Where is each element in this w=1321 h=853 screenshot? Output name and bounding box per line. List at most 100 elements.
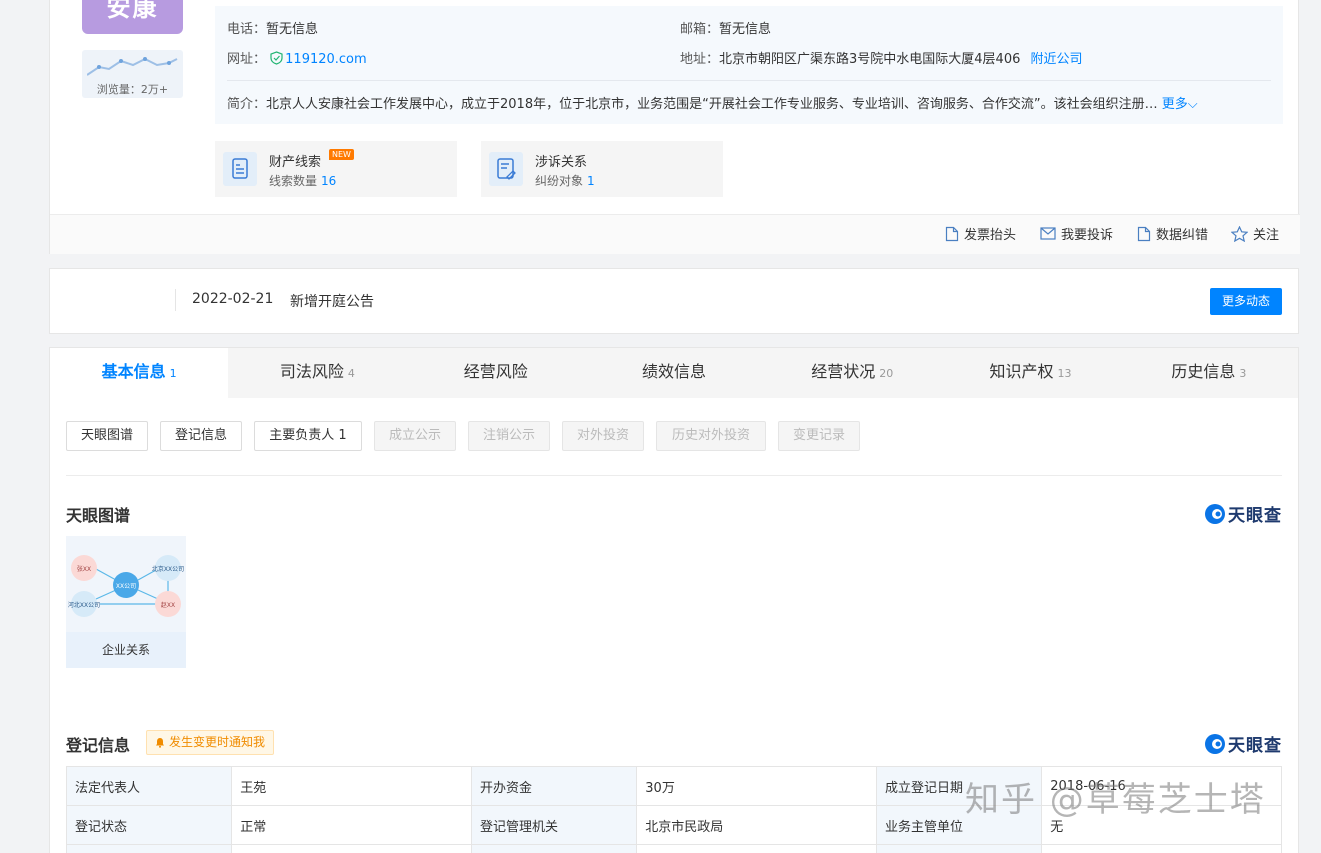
- contact-info-panel: 电话：暂无信息 邮箱：暂无信息 网址： 119120.com 地址：北京市朝阳区…: [215, 6, 1283, 124]
- phone-value: 暂无信息: [266, 22, 319, 37]
- clue-sub-label: 纠纷对象: [535, 174, 584, 188]
- table-value-cell: 王苑: [231, 766, 472, 806]
- verified-shield-icon: [270, 51, 283, 65]
- clue-title: 涉诉关系: [535, 155, 588, 170]
- news-date: 2022-02-21: [192, 291, 274, 307]
- relationship-graph-card[interactable]: 张XX XX公司 北京XX公司 河北XX公司 赵XX 企业关系: [66, 536, 186, 668]
- tab-judicial-risk[interactable]: 司法风险 4: [228, 348, 406, 398]
- edit-document-icon: [1137, 226, 1151, 241]
- registration-section-title: 登记信息: [66, 736, 131, 755]
- tab-operating-status[interactable]: 经营状况 20: [763, 348, 941, 398]
- divider: [227, 80, 1271, 81]
- views-trend: 浏览量：2万+: [82, 50, 183, 98]
- address-value: 北京市朝阳区广渠东路3号院中水电国际大厦4层406: [719, 52, 1021, 67]
- table-label-cell: 登记状态: [65, 805, 233, 845]
- news-text[interactable]: 新增开庭公告: [290, 291, 374, 311]
- clue-count: 1: [587, 174, 595, 188]
- graph-card-label: 企业关系: [66, 632, 186, 668]
- tab-label: 历史信息: [1171, 362, 1236, 381]
- complain-label: 我要投诉: [1061, 228, 1114, 243]
- chip-tianyan-graph[interactable]: 天眼图谱: [66, 421, 148, 451]
- table-label-cell: [875, 844, 1043, 853]
- tab-count: 3: [1239, 367, 1247, 380]
- email-row: 邮箱：暂无信息: [680, 18, 771, 37]
- chevron-down-icon: ⌵: [1187, 97, 1198, 112]
- bell-icon: [156, 738, 164, 748]
- news-strip: 2022-02-21 新增开庭公告 更多动态: [49, 268, 1299, 334]
- company-logo: 安康: [82, 0, 183, 34]
- phone-row: 电话：暂无信息: [227, 18, 318, 37]
- table-row: [65, 844, 1282, 853]
- tab-label: 知识产权: [989, 362, 1054, 381]
- tianyancha-eye-icon: [1205, 733, 1225, 754]
- views-count: 浏览量：2万+: [96, 83, 169, 96]
- correct-data-button[interactable]: 数据纠错: [1137, 224, 1208, 243]
- address-label: 地址：: [680, 52, 720, 67]
- chip-principal[interactable]: 主要负责人 1: [254, 421, 362, 451]
- chip-registration[interactable]: 登记信息: [160, 421, 242, 451]
- divider: [66, 475, 1282, 476]
- property-document-icon: [223, 152, 257, 186]
- follow-button[interactable]: 关注: [1231, 224, 1279, 243]
- chip-establish-notice: 成立公示: [374, 421, 456, 451]
- website-link[interactable]: 119120.com: [285, 52, 367, 67]
- tab-count: 1: [169, 367, 177, 380]
- tab-performance[interactable]: 绩效信息: [585, 348, 763, 398]
- clue-subtitle: 纠纷对象 1: [535, 172, 595, 189]
- litigation-card[interactable]: 涉诉关系 纠纷对象 1: [481, 141, 723, 197]
- views-sparkline-icon: [87, 57, 178, 76]
- correct-data-label: 数据纠错: [1156, 228, 1209, 243]
- property-clue-card[interactable]: 财产线索 NEW 线索数量 16: [215, 141, 457, 197]
- tianyancha-logo: 天眼查: [1204, 731, 1282, 756]
- intro-value: 北京人人安康社会工作发展中心，成立于2018年，位于北京市，业务范围是“开展社会…: [266, 97, 1158, 112]
- litigation-document-icon: [489, 152, 523, 186]
- table-value-cell: 30万: [636, 766, 877, 806]
- table-label-cell: 业务主管单位: [875, 805, 1043, 845]
- tab-label: 基本信息: [101, 362, 166, 381]
- email-label: 邮箱：: [680, 22, 720, 37]
- table-label-cell: 开办资金: [470, 766, 638, 806]
- brand-name: 天眼查: [1228, 736, 1282, 756]
- invoice-button[interactable]: 发票抬头: [945, 224, 1016, 243]
- nearby-companies-link[interactable]: 附近公司: [1031, 52, 1083, 67]
- more-news-button[interactable]: 更多动态: [1210, 288, 1282, 315]
- table-row: 登记状态 正常 登记管理机关 北京市民政局 业务主管单位 无: [65, 805, 1282, 845]
- chip-cancel-notice: 注销公示: [468, 421, 550, 451]
- chip-history-investment: 历史对外投资: [656, 421, 766, 451]
- tab-basic-info[interactable]: 基本信息 1: [50, 348, 229, 398]
- registration-table: 法定代表人 王苑 开办资金 30万 成立登记日期 2018-06-16 登记状态…: [65, 766, 1282, 853]
- graph-node-b: 北京XX公司: [152, 565, 184, 573]
- document-icon: [945, 226, 959, 241]
- table-value-cell: 2018-06-16: [1041, 766, 1282, 806]
- table-row: 法定代表人 王苑 开办资金 30万 成立登记日期 2018-06-16: [65, 766, 1282, 806]
- complain-button[interactable]: 我要投诉: [1040, 224, 1113, 243]
- clue-sub-label: 线索数量: [269, 174, 318, 188]
- status-value-cell: 正常: [231, 805, 472, 845]
- tab-history[interactable]: 历史信息 3: [1120, 348, 1298, 398]
- table-label-cell: 法定代表人: [65, 766, 233, 806]
- table-label-cell: 登记管理机关: [470, 805, 638, 845]
- table-value-cell: [636, 844, 877, 853]
- tab-ip[interactable]: 知识产权 13: [941, 348, 1119, 398]
- intro-label: 简介：: [227, 97, 267, 112]
- table-label-cell: 成立登记日期: [875, 766, 1043, 806]
- table-value-cell: 无: [1041, 805, 1282, 845]
- new-badge: NEW: [329, 149, 354, 160]
- notify-label: 发生变更时通知我: [169, 735, 266, 749]
- table-value-cell: [1041, 844, 1282, 853]
- notify-change-button[interactable]: 发生变更时通知我: [146, 730, 275, 755]
- tab-operating-risk[interactable]: 经营风险: [407, 348, 585, 398]
- chip-investment: 对外投资: [562, 421, 644, 451]
- tab-count: 13: [1057, 367, 1072, 380]
- intro-row: 简介：北京人人安康社会工作发展中心，成立于2018年，位于北京市，业务范围是“开…: [227, 93, 1277, 112]
- table-label-cell: [65, 844, 233, 853]
- clue-subtitle: 线索数量 16: [269, 172, 336, 189]
- action-bar: 发票抬头 我要投诉 数据纠错 关注: [50, 214, 1300, 254]
- phone-label: 电话：: [227, 22, 267, 37]
- intro-more-label: 更多: [1161, 97, 1188, 112]
- tab-count: 20: [879, 367, 894, 380]
- intro-more-link[interactable]: 更多⌵: [1162, 97, 1198, 112]
- website-row: 网址： 119120.com: [227, 48, 367, 67]
- company-header-card: 安康 浏览量：2万+ 电话：暂无信息 邮箱：暂无信息 网址： 119120.co…: [49, 0, 1300, 254]
- detail-card: 基本信息 1 司法风险 4 经营风险 绩效信息 经营状况 20 知识产权 13 历史信息…: [49, 347, 1299, 853]
